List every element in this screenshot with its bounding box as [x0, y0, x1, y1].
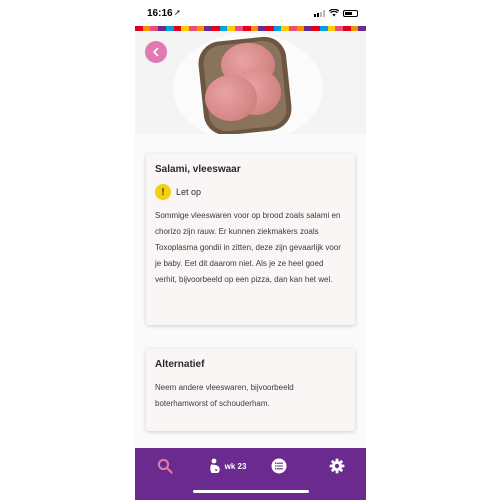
home-indicator[interactable] — [193, 490, 309, 493]
alternative-description: Neem andere vleeswaren, bijvoorbeeld bot… — [155, 383, 294, 408]
alternative-title: Alternatief — [155, 359, 205, 370]
tab-pregnancy-week[interactable]: wk 23 — [205, 457, 249, 475]
warning-icon: ! — [155, 184, 171, 200]
search-icon — [157, 458, 173, 474]
tab-settings[interactable] — [327, 457, 347, 475]
warning-label: Let op — [176, 187, 202, 197]
alternative-card: Alternatief Neem andere vleeswaren, bijv… — [146, 349, 355, 431]
list-icon — [271, 458, 287, 474]
gear-icon — [329, 458, 345, 474]
status-bar: 16:16 ➚ — [135, 0, 366, 26]
chevron-left-icon — [153, 47, 159, 57]
product-title: Salami, vleeswaar — [155, 164, 241, 175]
status-indicators — [314, 9, 358, 17]
status-time: 16:16 — [147, 8, 173, 19]
battery-icon — [343, 9, 358, 17]
warning-row: ! Let op — [155, 184, 346, 200]
tab-search[interactable] — [155, 457, 175, 475]
week-label: wk 23 — [224, 461, 247, 471]
tab-list[interactable] — [269, 457, 289, 475]
signal-icon — [314, 9, 325, 17]
content-area: Salami, vleeswaar ! Let op Sommige vlees… — [135, 134, 366, 448]
tab-bar: wk 23 — [135, 448, 366, 500]
pregnancy-icon — [209, 458, 220, 473]
location-icon: ➚ — [174, 8, 181, 17]
back-button[interactable] — [145, 41, 167, 63]
product-description: Sommige vleeswaren voor op brood zoals s… — [155, 211, 341, 284]
salami-slice — [205, 75, 257, 121]
product-card: Salami, vleeswaar ! Let op Sommige vlees… — [146, 154, 355, 325]
hero-image — [135, 31, 366, 134]
phone-screen: 16:16 ➚ Salami, vleeswaar ! Let op Sommi… — [135, 0, 366, 500]
wifi-icon — [329, 9, 339, 17]
